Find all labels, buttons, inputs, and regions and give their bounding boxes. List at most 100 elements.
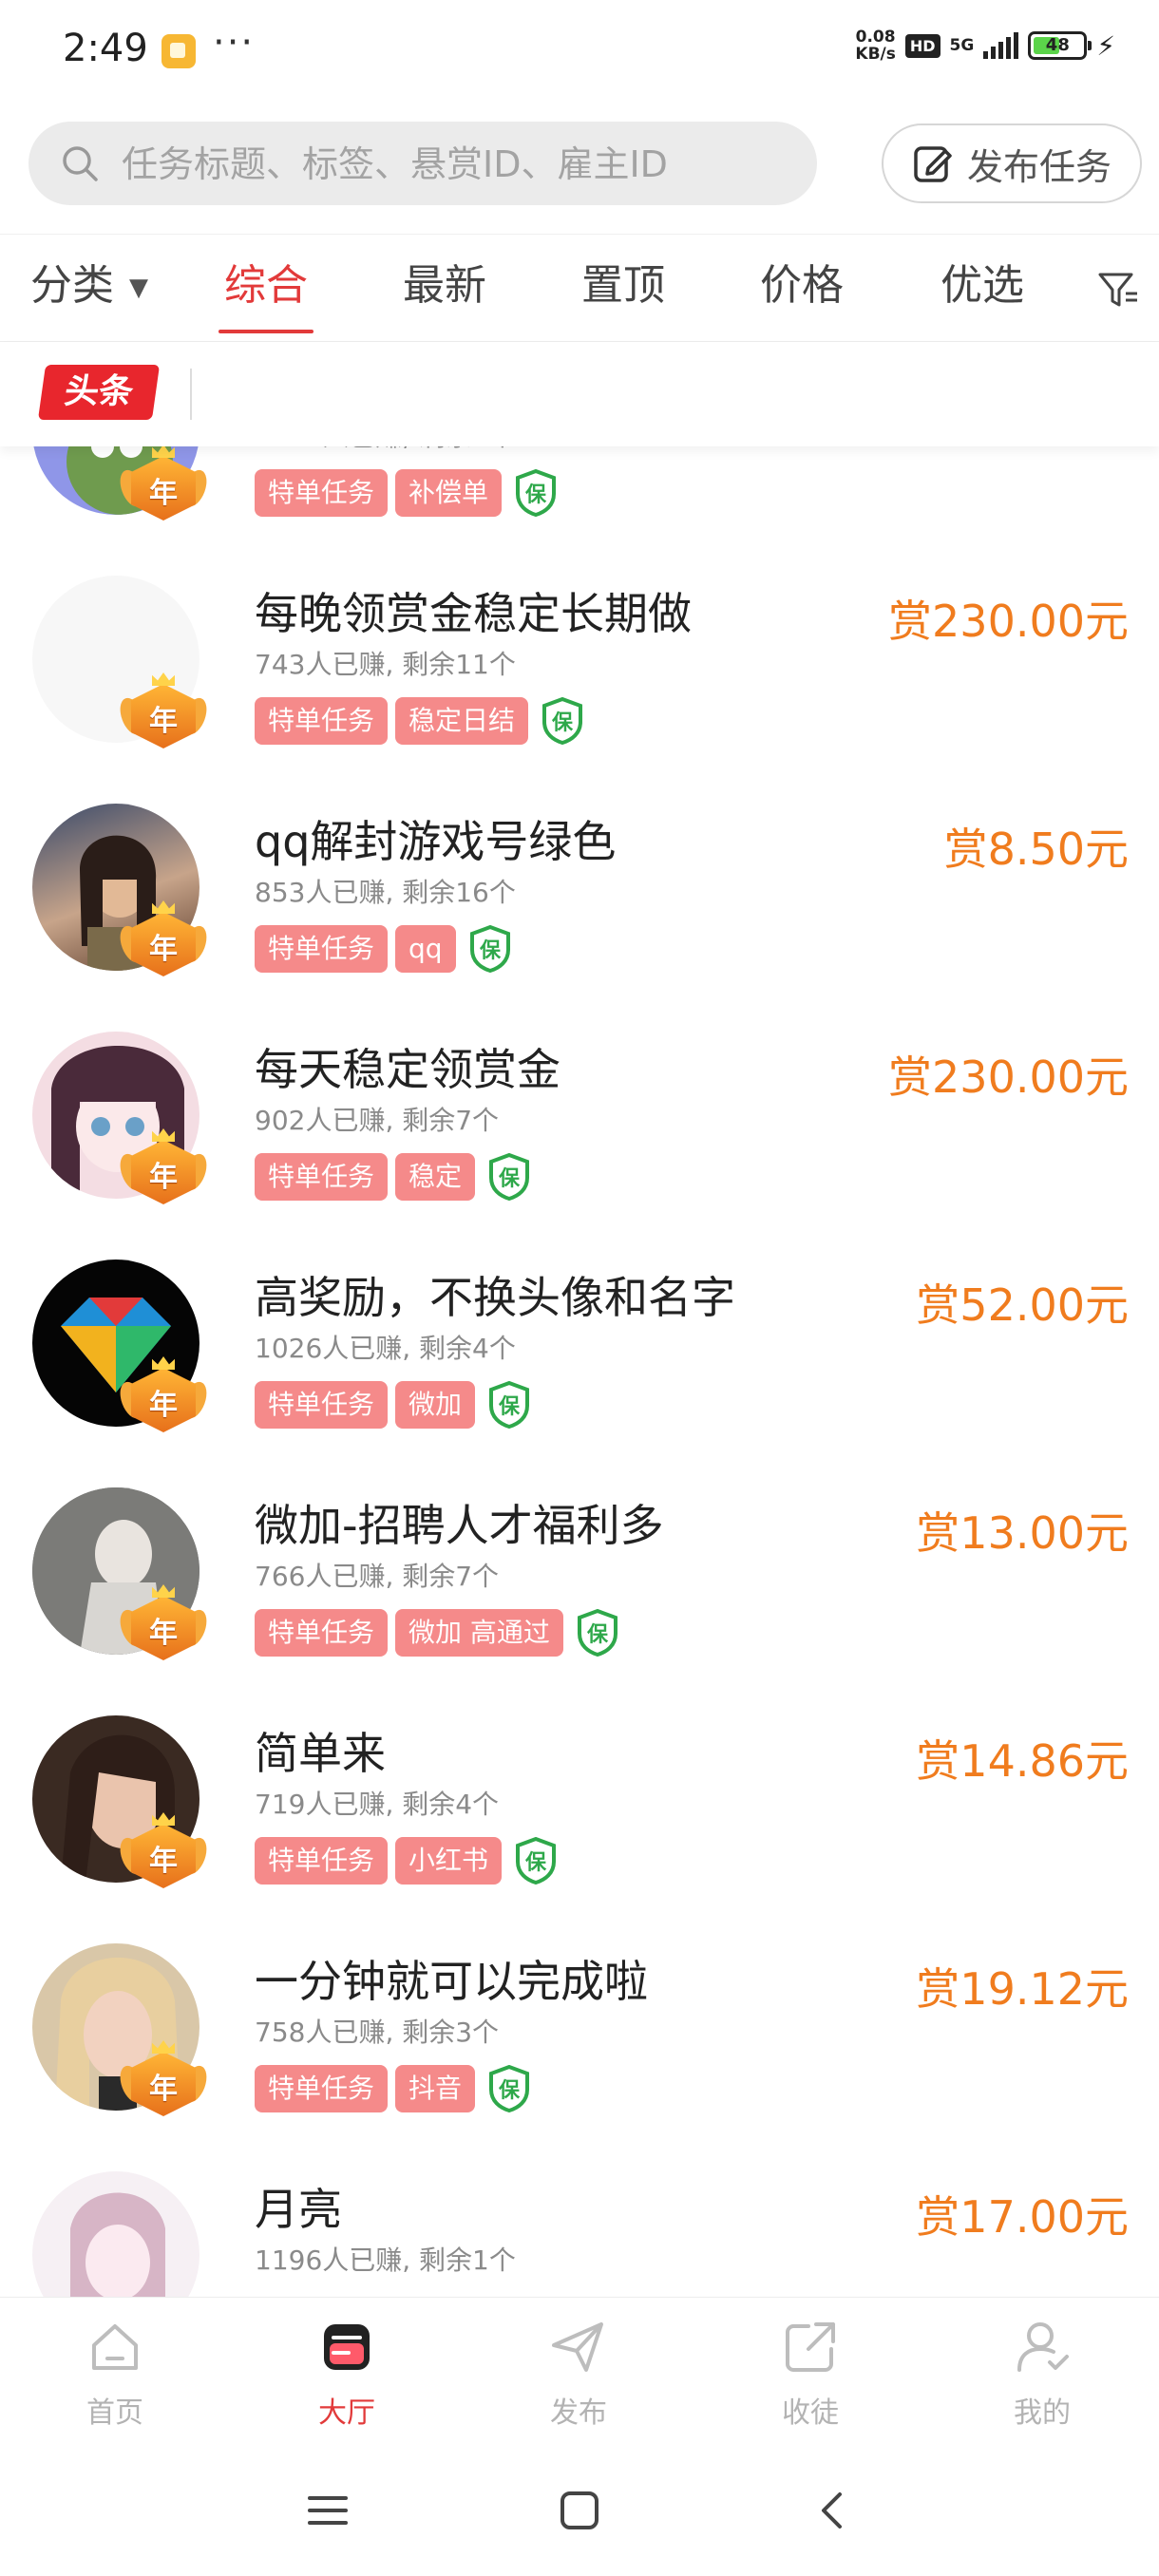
nav-recruit[interactable]: 收徒 (749, 2317, 872, 2431)
task-tag: 特单任务 (255, 1609, 389, 1657)
status-bar: 2:49 ··· 0.08 KB/s HD 5G 48 ⚡ (0, 0, 1159, 106)
task-reward: 赏230.00元 (888, 1051, 1129, 1103)
network-speed: 0.08 KB/s (855, 28, 896, 64)
tab-featured[interactable]: 优选 (940, 235, 1024, 341)
task-list[interactable]: 年 1185人已赚, 剩余4个 特单任务 补偿单 保 年 每晚领赏金稳定长期做 … (0, 446, 1159, 2297)
nav-publish-label: 发布 (550, 2396, 607, 2430)
headline-strip[interactable]: 头条 (0, 342, 1159, 446)
home-square-icon[interactable] (556, 2487, 603, 2534)
svg-text:保: 保 (524, 1851, 547, 1875)
task-row[interactable]: 年 一分钟就可以完成啦 赏19.12元 758人已赚, 剩余3个 特单任务 抖音… (0, 1930, 1159, 2159)
task-title: 微加-招聘人才福利多 (255, 1500, 664, 1551)
hall-icon (324, 2324, 370, 2370)
task-row[interactable]: 年 1185人已赚, 剩余4个 特单任务 补偿单 保 (0, 446, 1159, 563)
task-row[interactable]: 年 简单来 赏14.86元 719人已赚, 剩余4个 特单任务 小红书 保 (0, 1702, 1159, 1931)
year-badge-icon: 年 (115, 1584, 212, 1666)
task-title: 每天稳定领赏金 (255, 1044, 560, 1095)
guarantee-shield-icon: 保 (577, 1609, 618, 1657)
share-icon (786, 2322, 835, 2372)
task-title: 月亮 (255, 2184, 342, 2235)
back-icon[interactable] (809, 2487, 857, 2534)
nav-home-label: 首页 (86, 2396, 143, 2430)
task-title: 高奖励，不换头像和名字 (255, 1272, 735, 1323)
nav-hall[interactable]: 大厅 (285, 2317, 408, 2431)
task-reward: 赏17.00元 (916, 2191, 1129, 2243)
svg-text:保: 保 (479, 939, 502, 963)
nav-mine[interactable]: 我的 (980, 2317, 1104, 2431)
task-title: qq解封游戏号绿色 (255, 816, 617, 867)
status-time: 2:49 (63, 27, 148, 70)
task-tags: 特单任务 小红书 保 (255, 1837, 557, 1885)
svg-text:保: 保 (498, 1395, 521, 1419)
charging-icon: ⚡ (1096, 29, 1115, 62)
task-row[interactable]: 年 高奖励，不换头像和名字 赏52.00元 1026人已赚, 剩余4个 特单任务… (0, 1246, 1159, 1475)
task-row[interactable]: 年 每天稳定领赏金 赏230.00元 902人已赚, 剩余7个 特单任务 稳定 … (0, 1018, 1159, 1247)
filter-icon[interactable] (1097, 269, 1139, 311)
tab-comprehensive[interactable]: 综合 (218, 235, 314, 341)
task-tag: 特单任务 (255, 469, 389, 517)
task-tag: 微加 (395, 1381, 476, 1429)
menu-icon[interactable] (304, 2487, 352, 2534)
guarantee-shield-icon: 保 (489, 2065, 530, 2112)
nav-home[interactable]: 首页 (53, 2317, 177, 2431)
task-tags: 特单任务 稳定 保 (255, 1153, 530, 1201)
nav-publish[interactable]: 发布 (517, 2317, 640, 2431)
svg-text:保: 保 (524, 483, 547, 507)
year-badge-icon: 年 (115, 1128, 212, 1210)
task-tag: 特单任务 (255, 2065, 389, 2112)
task-tag: 小红书 (395, 1837, 503, 1885)
edit-icon (914, 146, 952, 182)
task-tag: qq (395, 925, 456, 973)
system-nav-bar (0, 2449, 1159, 2576)
hd-icon: HD (904, 33, 940, 58)
task-row[interactable]: 月亮 赏17.00元 1196人已赚, 剩余1个 (0, 2158, 1159, 2297)
task-tag: 特单任务 (255, 697, 389, 745)
task-tags: 特单任务 补偿单 保 (255, 469, 557, 517)
tab-bar: 分类 ▼ 综合 最新 置顶 价格 优选 (0, 234, 1159, 342)
task-reward: 赏52.00元 (916, 1279, 1129, 1331)
task-stats: 758人已赚, 剩余3个 (255, 2017, 500, 2048)
task-tag: 稳定 (395, 1153, 476, 1201)
guarantee-shield-icon: 保 (516, 1837, 557, 1885)
network-type: 5G (949, 36, 975, 55)
task-reward: 赏13.00元 (916, 1507, 1129, 1559)
svg-text:保: 保 (498, 1167, 521, 1191)
battery-level: 48 (1045, 35, 1070, 55)
svg-text:保: 保 (498, 2079, 521, 2103)
publish-task-button[interactable]: 发布任务 (882, 123, 1142, 203)
task-tag: 特单任务 (255, 1381, 389, 1429)
task-reward: 赏230.00元 (888, 596, 1129, 647)
more-notifications-icon: ··· (213, 21, 256, 65)
task-tags: 特单任务 微加 高通过 保 (255, 1609, 618, 1657)
tab-latest[interactable]: 最新 (403, 235, 486, 341)
home-icon (92, 2324, 138, 2370)
task-tag: 特单任务 (255, 1837, 389, 1885)
search-icon (63, 146, 98, 181)
task-tag: 抖音 (395, 2065, 476, 2112)
tab-category[interactable]: 分类 ▼ (30, 235, 148, 341)
svg-text:保: 保 (586, 1623, 609, 1647)
task-row[interactable]: 年 每晚领赏金稳定长期做 赏230.00元 743人已赚, 剩余11个 特单任务… (0, 562, 1159, 791)
search-bar[interactable] (28, 122, 817, 207)
caret-down-icon: ▼ (129, 274, 148, 302)
year-badge-icon: 年 (115, 1356, 212, 1438)
task-stats: 743人已赚, 剩余11个 (255, 649, 516, 680)
battery-icon: 48 (1028, 31, 1092, 60)
task-row[interactable]: 年 微加-招聘人才福利多 赏13.00元 766人已赚, 剩余7个 特单任务 微… (0, 1474, 1159, 1703)
year-badge-icon: 年 (115, 900, 212, 982)
year-badge-icon: 年 (115, 446, 212, 526)
tab-category-label: 分类 (30, 261, 114, 310)
nav-hall-label: 大厅 (318, 2396, 375, 2430)
search-input[interactable] (120, 122, 788, 207)
tab-price[interactable]: 价格 (760, 235, 844, 341)
task-reward: 赏14.86元 (916, 1735, 1129, 1787)
task-tag: 特单任务 (255, 925, 389, 973)
task-stats: 766人已赚, 剩余7个 (255, 1561, 500, 1592)
task-row[interactable]: 年 qq解封游戏号绿色 赏8.50元 853人已赚, 剩余16个 特单任务 qq… (0, 790, 1159, 1019)
year-badge-icon: 年 (115, 1812, 212, 1894)
task-stats: 1196人已赚, 剩余1个 (255, 2245, 516, 2276)
task-tags: 特单任务 微加 保 (255, 1381, 530, 1429)
bottom-nav: 首页 大厅 发布 收徒 我的 (0, 2297, 1159, 2450)
send-icon (552, 2322, 603, 2372)
tab-pinned[interactable]: 置顶 (581, 235, 665, 341)
